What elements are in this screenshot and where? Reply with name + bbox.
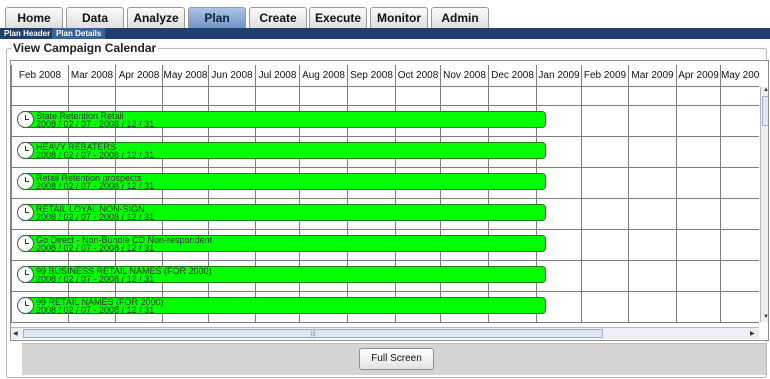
subtab-plan-header[interactable]: Plan Header bbox=[0, 28, 54, 39]
subtab-plan-details[interactable]: Plan Details bbox=[52, 28, 106, 39]
month-header: Aug 2008 bbox=[302, 70, 345, 81]
month-header: Sep 2008 bbox=[350, 70, 393, 81]
tab-monitor[interactable]: Monitor bbox=[370, 7, 428, 28]
campaign-bar[interactable]: State Retention Retail 2008 / 02 / 07 - … bbox=[17, 111, 546, 129]
full-screen-button[interactable]: Full Screen bbox=[359, 348, 434, 370]
campaign-dates: 2008 / 02 / 07 - 2008 / 12 / 31 bbox=[36, 181, 155, 191]
scroll-left-arrow-icon[interactable]: ◀ bbox=[13, 330, 18, 337]
scroll-up-arrow-icon[interactable]: ▲ bbox=[763, 87, 768, 93]
month-header: Apr 2008 bbox=[118, 70, 160, 81]
scroll-grip-icon: ||| bbox=[311, 331, 316, 337]
row-divider bbox=[11, 260, 759, 261]
month-header: Feb 2009 bbox=[583, 70, 627, 81]
grid-column-line bbox=[440, 65, 441, 322]
campaign-bar[interactable]: 99 BUSINESS RETAIL NAMES (FOR 2000) 2008… bbox=[17, 266, 546, 284]
vertical-scrollbar[interactable]: ▲ ▼ bbox=[760, 87, 768, 322]
clock-icon bbox=[17, 235, 34, 252]
section-title: View Campaign Calendar bbox=[11, 41, 159, 55]
campaign-bar[interactable]: 99 RETAIL NAMES (FOR 2000) 2008 / 02 / 0… bbox=[17, 297, 546, 315]
clock-icon bbox=[17, 297, 34, 314]
grid-column-line bbox=[628, 65, 629, 322]
campaign-dates: 2008 / 02 / 07 - 2008 / 12 / 31 bbox=[36, 274, 155, 284]
campaign-bar[interactable]: RETAIL LOYAL NON-SIGN 2008 / 02 / 07 - 2… bbox=[17, 204, 546, 222]
main-tab-bar: Home Data Analyze Plan Create Execute Mo… bbox=[0, 0, 770, 28]
tab-create[interactable]: Create bbox=[249, 7, 307, 28]
tab-analyze[interactable]: Analyze bbox=[127, 7, 185, 28]
clock-icon bbox=[17, 173, 34, 190]
campaign-dates: 2008 / 02 / 07 - 2008 / 12 / 31 bbox=[36, 243, 155, 253]
row-divider bbox=[11, 198, 759, 199]
row-divider bbox=[11, 105, 759, 106]
campaign-bar[interactable]: HEAVY REBATERS 2008 / 02 / 07 - 2008 / 1… bbox=[17, 142, 546, 160]
scroll-down-arrow-icon[interactable]: ▼ bbox=[763, 314, 768, 320]
grid-column-line bbox=[347, 65, 348, 322]
grid-column-line bbox=[536, 65, 537, 322]
grid-column-line bbox=[581, 65, 582, 322]
grid-column-line bbox=[255, 65, 256, 322]
clock-icon bbox=[17, 204, 34, 221]
grid-column-line bbox=[676, 65, 677, 322]
campaign-dates: 2008 / 02 / 07 - 2008 / 12 / 31 bbox=[36, 150, 155, 160]
month-header: Jun 2008 bbox=[211, 70, 253, 81]
campaign-dates: 2008 / 02 / 07 - 2008 / 12 / 31 bbox=[36, 212, 155, 222]
calendar-footer: Full Screen bbox=[22, 343, 766, 375]
row-divider bbox=[11, 291, 759, 292]
month-header: Jan 2009 bbox=[538, 70, 580, 81]
grid-column-line bbox=[162, 65, 163, 322]
scroll-right-arrow-icon[interactable]: ▶ bbox=[750, 330, 755, 337]
month-header: Feb 2008 bbox=[18, 70, 62, 81]
row-divider bbox=[11, 136, 759, 137]
row-divider bbox=[11, 322, 759, 323]
row-divider bbox=[11, 229, 759, 230]
row-divider bbox=[11, 167, 759, 168]
month-header: May 2008 bbox=[163, 70, 208, 81]
grid-column-line bbox=[208, 65, 209, 322]
clock-icon bbox=[17, 111, 34, 128]
campaign-bar[interactable]: Go Direct - Non-Bundle CD Non-respondent… bbox=[17, 235, 546, 253]
campaign-calendar: Feb 2008 Mar 2008 Apr 2008 May 2008 Jun … bbox=[10, 60, 769, 341]
clock-icon bbox=[17, 142, 34, 159]
month-header: May 2009 bbox=[721, 70, 760, 81]
vertical-scroll-thumb[interactable] bbox=[762, 96, 768, 126]
tab-home[interactable]: Home bbox=[5, 7, 63, 28]
tab-execute[interactable]: Execute bbox=[309, 7, 367, 28]
tab-plan[interactable]: Plan bbox=[188, 7, 246, 28]
grid-column-line bbox=[299, 65, 300, 322]
grid-column-line bbox=[11, 65, 12, 322]
header-divider bbox=[11, 86, 759, 87]
month-header: Apr 2009 bbox=[678, 70, 719, 81]
campaign-dates: 2008 / 02 / 07 - 2008 / 12 / 31 bbox=[36, 119, 155, 129]
month-header: Dec 2008 bbox=[491, 70, 534, 81]
clock-icon bbox=[17, 266, 34, 283]
month-header: Mar 2009 bbox=[631, 70, 674, 81]
month-header: Nov 2008 bbox=[443, 70, 486, 81]
month-header: Mar 2008 bbox=[70, 70, 114, 81]
campaign-bar[interactable]: Retail Retention prospects 2008 / 02 / 0… bbox=[17, 173, 546, 191]
month-header: Jul 2008 bbox=[258, 70, 297, 81]
tab-data[interactable]: Data bbox=[66, 7, 124, 28]
horizontal-scrollbar[interactable]: ◀ ||| ▶ bbox=[11, 327, 759, 339]
grid-column-line bbox=[720, 65, 721, 322]
grid-column-line bbox=[395, 65, 396, 322]
horizontal-scroll-thumb[interactable]: ||| bbox=[23, 329, 603, 338]
grid-column-line bbox=[488, 65, 489, 322]
tab-admin[interactable]: Admin bbox=[431, 7, 489, 28]
campaign-dates: 2008 / 02 / 07 - 2008 / 12 / 31 bbox=[36, 305, 155, 315]
month-header: Oct 2008 bbox=[397, 70, 439, 81]
sub-tab-bar: Plan Header Plan Details bbox=[0, 28, 770, 39]
